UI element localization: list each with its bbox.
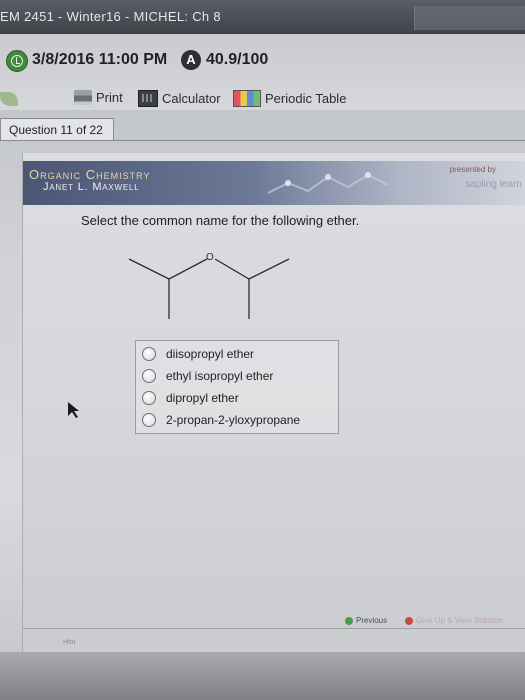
printer-icon: [74, 90, 92, 105]
periodic-table-label: Periodic Table: [265, 91, 347, 106]
banner-author: Janet L. Maxwell: [43, 181, 140, 193]
choice-label: 2-propan-2-yloxypropane: [166, 413, 301, 427]
due-datetime: 3/8/2016 11:00 PM: [32, 51, 168, 68]
question-tab[interactable]: Question 11 of 22: [0, 118, 114, 140]
periodic-table-icon: [233, 90, 261, 107]
ether-structure: O: [128, 252, 290, 319]
radio-button[interactable]: [142, 369, 156, 383]
calculator-label: Calculator: [162, 91, 221, 106]
previous-icon: [345, 616, 353, 625]
mouse-cursor-icon: [68, 402, 79, 418]
molecule-banner-graphic: [267, 172, 389, 194]
tab-divider: [0, 140, 525, 141]
banner-title: Organic Chemistry: [29, 167, 151, 182]
choice-label: ethyl isopropyl ether: [166, 369, 274, 383]
hint-button[interactable]: Hint: [63, 639, 75, 646]
give-up-icon: [405, 616, 413, 625]
answer-choices: diisopropyl ether ethyl isopropyl ether …: [135, 340, 339, 434]
print-button[interactable]: Print: [74, 90, 123, 105]
choice-2[interactable]: ethyl isopropyl ether: [142, 366, 273, 386]
question-panel: Organic Chemistry Janet L. Maxwell prese…: [22, 153, 525, 653]
choice-4[interactable]: 2-propan-2-yloxypropane: [142, 410, 300, 430]
score-value: 40.9/100: [206, 51, 269, 68]
question-prompt: Select the common name for the following…: [81, 213, 360, 228]
score-badge-icon: A: [181, 50, 201, 70]
screen-bezel: [0, 652, 525, 700]
previous-label: Previous: [356, 616, 388, 625]
choice-label: dipropyl ether: [166, 391, 239, 405]
oxygen-label: O: [206, 252, 214, 263]
toolbar: Print Calculator Periodic Table: [0, 90, 525, 114]
calculator-icon: [138, 90, 158, 107]
radio-button[interactable]: [142, 413, 156, 427]
calculator-button[interactable]: Calculator: [138, 90, 221, 107]
window-titlebar: EM 2451 - Winter16 - MICHEL: Ch 8: [0, 0, 525, 34]
print-label: Print: [96, 90, 123, 105]
screen: EM 2451 - Winter16 - MICHEL: Ch 8 3/8/20…: [0, 0, 525, 700]
clock-icon: [6, 50, 28, 72]
give-up-button[interactable]: Give Up & View Solution: [405, 616, 503, 625]
sapling-logo: sapling learn: [465, 179, 522, 190]
choice-1[interactable]: diisopropyl ether: [142, 344, 254, 364]
textbook-banner: Organic Chemistry Janet L. Maxwell prese…: [23, 161, 525, 205]
left-bonds: [128, 258, 208, 280]
right-bonds: [214, 258, 290, 280]
presented-by: presented by: [449, 165, 496, 174]
give-up-label: Give Up & View Solution: [416, 616, 504, 625]
previous-button[interactable]: Previous: [345, 616, 387, 625]
window-controls[interactable]: [414, 6, 525, 30]
nav-divider: [23, 628, 525, 629]
choice-label: diisopropyl ether: [166, 347, 255, 361]
window-title: EM 2451 - Winter16 - MICHEL: Ch 8: [0, 9, 221, 24]
radio-button[interactable]: [142, 391, 156, 405]
periodic-table-button[interactable]: Periodic Table: [233, 90, 346, 107]
choice-3[interactable]: dipropyl ether: [142, 388, 239, 408]
radio-button[interactable]: [142, 347, 156, 361]
